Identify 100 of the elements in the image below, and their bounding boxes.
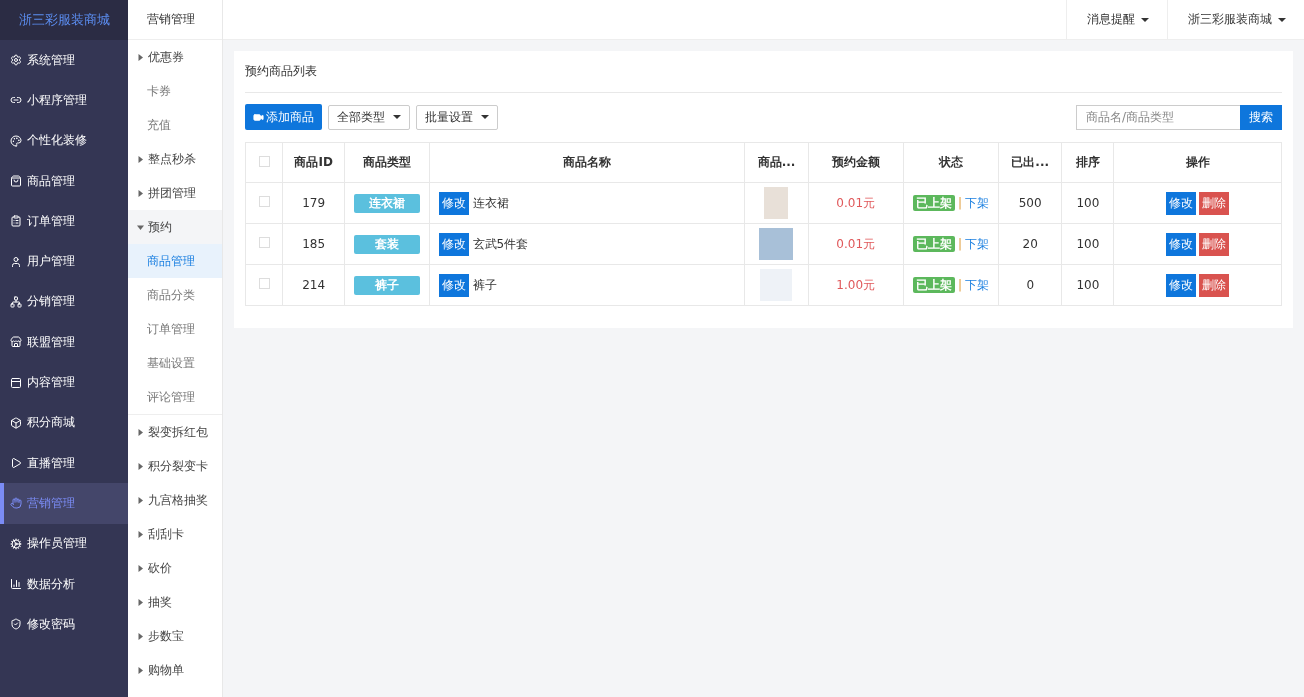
photo-placeholder [759, 228, 794, 260]
caret-right-icon [136, 564, 144, 572]
submenu-group[interactable]: 砍价 [128, 551, 222, 585]
sidebar-menu-item[interactable]: 数据分析 [0, 563, 128, 605]
hand-icon [10, 497, 22, 510]
batch-settings-dropdown[interactable]: 批量设置 [416, 104, 498, 130]
column-header: 操作 [1113, 142, 1282, 183]
sidebar-menu-item[interactable]: 直播管理 [0, 442, 128, 484]
caret-right-icon [136, 632, 144, 640]
column-header: 商品名称 [429, 142, 745, 183]
brand-title: 浙三彩服装商城 [0, 0, 128, 40]
caret-icon [1278, 17, 1286, 22]
submenu-group[interactable]: 积分裂变卡 [128, 449, 222, 483]
separator-text: | [957, 195, 962, 210]
camera-icon [253, 111, 264, 123]
user-icon [10, 255, 22, 268]
table-cell: 100 [1061, 182, 1114, 224]
palette-icon [10, 134, 22, 147]
checkbox[interactable] [258, 278, 270, 289]
submenu-group[interactable]: 九宫格抽奖 [128, 483, 222, 517]
delete-button[interactable]: 删除 [1199, 273, 1230, 297]
separator-text: | [957, 277, 962, 292]
submenu-title: 营销管理 [128, 0, 222, 40]
sidebar-menu-item[interactable]: 个性化装修 [0, 120, 128, 161]
hierarchy-icon [10, 295, 22, 308]
edit-button[interactable]: 修改 [1166, 232, 1197, 256]
category-tag: 裤子 [353, 275, 420, 295]
price-text: 1.00元 [836, 277, 876, 292]
checkbox[interactable] [258, 196, 270, 207]
sidebar-menu-item[interactable]: 修改密码 [0, 604, 128, 645]
delete-button[interactable]: 删除 [1199, 232, 1230, 256]
submenu-item[interactable]: 订单管理 [128, 312, 222, 346]
submenu-item[interactable]: 充值 [128, 108, 222, 142]
play-icon [10, 457, 22, 470]
store-icon [10, 336, 22, 349]
submenu-group[interactable]: 拼团管理 [128, 176, 222, 210]
edit-button[interactable]: 修改 [438, 232, 469, 256]
submenu-group[interactable]: 步数宝 [128, 619, 222, 653]
sidebar-menu-item[interactable]: 操作员管理 [0, 523, 128, 564]
sidebar-menu-item[interactable]: 积分商城 [0, 402, 128, 443]
caret-right-icon [136, 53, 144, 61]
account-menu[interactable]: 浙三彩服装商城 [1167, 0, 1304, 39]
product-name: 玄武5件套 [472, 236, 529, 251]
submenu-group[interactable]: 整点秒杀 [128, 142, 222, 176]
add-product-button[interactable]: 添加商品 [245, 104, 322, 130]
submenu-item[interactable]: 评论管理 [128, 380, 222, 414]
panel-icon [10, 376, 22, 389]
sidebar-menu-item[interactable]: 小程序管理 [0, 80, 128, 121]
gear-icon [10, 54, 22, 67]
bar-chart-icon [10, 578, 22, 590]
column-header: 排序 [1061, 142, 1114, 183]
status-badge: 已上架 [912, 194, 955, 211]
submenu-group[interactable]: 裂变拆红包 [128, 415, 222, 449]
off-shelf-link[interactable]: 下架 [965, 236, 989, 251]
submenu-group[interactable]: 购物单 [128, 653, 222, 687]
notifications-menu[interactable]: 消息提醒 [1066, 0, 1167, 39]
table-cell: 100 [1061, 264, 1114, 306]
edit-button[interactable]: 修改 [1166, 191, 1197, 215]
column-header: 已出... [998, 142, 1062, 183]
price-text: 0.01元 [836, 195, 876, 210]
sidebar-menu-item[interactable]: 商品管理 [0, 160, 128, 202]
submenu-item[interactable]: 商品管理 [128, 244, 222, 278]
column-header: 预约金额 [808, 142, 904, 183]
edit-button[interactable]: 修改 [438, 191, 469, 215]
search-field[interactable]: 商品名/商品类型 [1076, 104, 1240, 130]
submenu-group[interactable]: 优惠券 [128, 40, 222, 74]
category-tag: 连衣裙 [353, 193, 420, 213]
table-cell: 20 [998, 223, 1062, 265]
sidebar-menu-item[interactable]: 订单管理 [0, 201, 128, 242]
submenu-item[interactable]: 基础设置 [128, 346, 222, 380]
submenu-group[interactable]: 预约 [128, 210, 222, 244]
sidebar-menu-item[interactable]: 内容管理 [0, 362, 128, 403]
checkbox[interactable] [258, 237, 270, 248]
caret-right-icon [136, 496, 144, 504]
edit-button[interactable]: 修改 [1166, 273, 1197, 297]
sidebar-menu-item[interactable]: 联盟管理 [0, 322, 128, 363]
status-badge: 已上架 [912, 276, 955, 293]
submenu-group[interactable]: 刮刮卡 [128, 517, 222, 551]
checkbox[interactable] [258, 155, 270, 167]
caret-right-icon [136, 666, 144, 674]
sidebar-menu-item[interactable]: 用户管理 [0, 241, 128, 282]
table-cell: 500 [998, 182, 1062, 224]
category-tag: 套装 [353, 234, 420, 254]
column-header: 商品ID [282, 142, 345, 183]
off-shelf-link[interactable]: 下架 [965, 195, 989, 210]
delete-button[interactable]: 删除 [1199, 191, 1230, 215]
search-button[interactable]: 搜索 [1240, 104, 1282, 130]
sidebar-menu-item[interactable]: 系统管理 [0, 40, 128, 81]
submenu-item[interactable]: 商品分类 [128, 278, 222, 312]
gear-icon [10, 537, 22, 550]
product-name: 裤子 [472, 277, 497, 292]
type-filter-dropdown[interactable]: 全部类型 [328, 104, 410, 130]
edit-button[interactable]: 修改 [438, 273, 469, 297]
off-shelf-link[interactable]: 下架 [965, 277, 989, 292]
bag-icon [10, 175, 22, 188]
sidebar-menu-item[interactable]: 分销管理 [0, 281, 128, 323]
submenu-group[interactable]: 抽奖 [128, 585, 222, 619]
submenu-item[interactable]: 卡券 [128, 74, 222, 108]
clipboard-icon [10, 215, 22, 228]
caret-icon [481, 115, 489, 119]
